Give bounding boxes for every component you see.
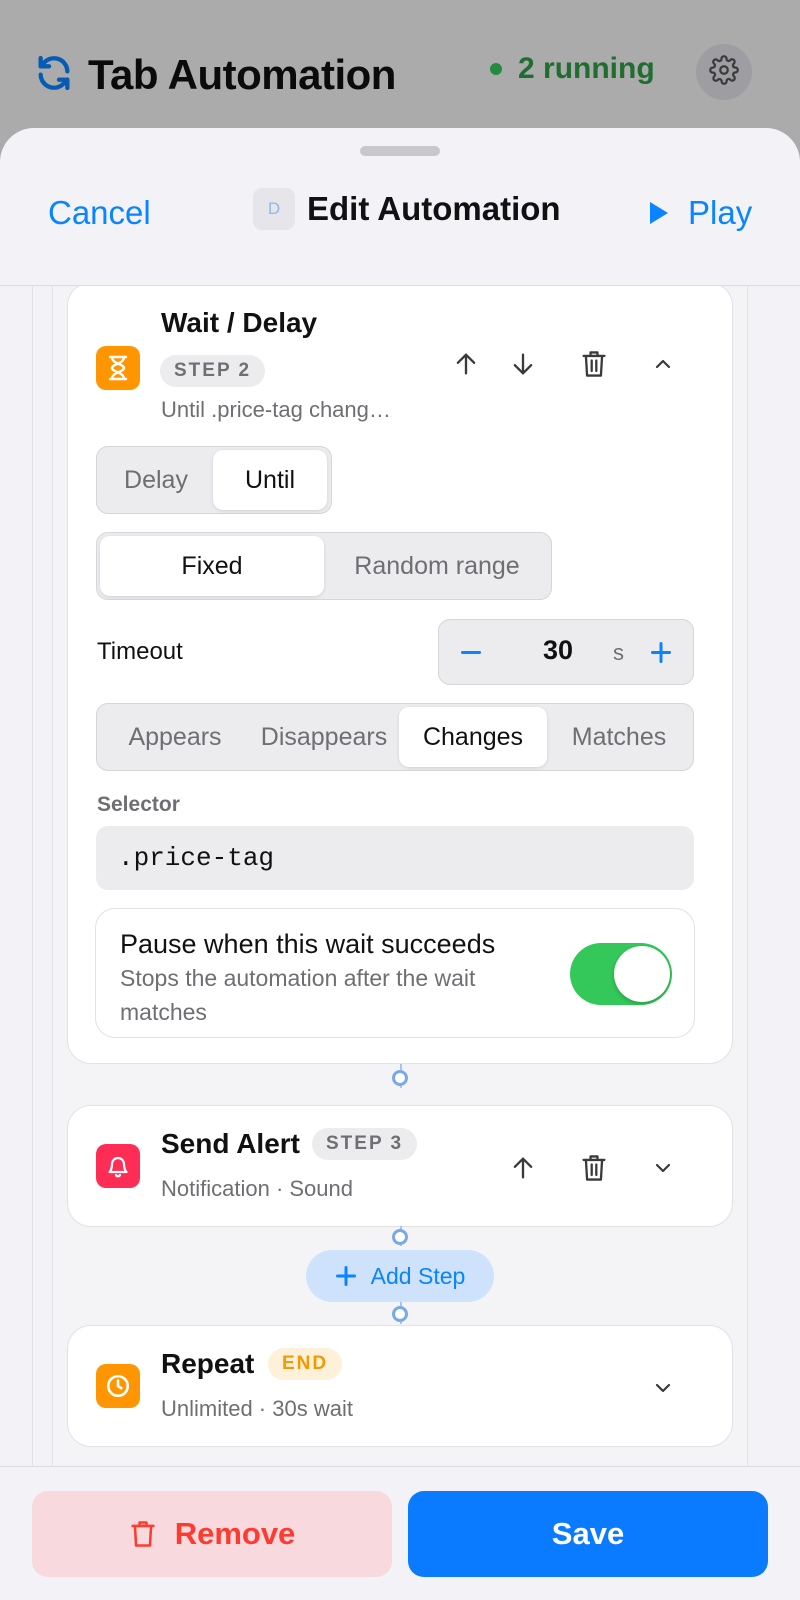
step-number-badge: STEP 3 bbox=[312, 1128, 418, 1160]
selector-value: .price-tag bbox=[118, 843, 275, 873]
sheet-footer: Remove Save bbox=[0, 1466, 800, 1600]
selector-input[interactable]: .price-tag bbox=[96, 826, 694, 890]
segment-random-range[interactable]: Random range bbox=[325, 536, 549, 596]
segment-appears[interactable]: Appears bbox=[100, 707, 250, 767]
step-summary: Until .price-tag chang… bbox=[161, 397, 391, 422]
segment-delay[interactable]: Delay bbox=[100, 450, 212, 510]
sheet-title: Edit Automation bbox=[307, 190, 561, 227]
timeout-label: Timeout bbox=[97, 638, 183, 665]
step-title: Send Alert bbox=[161, 1128, 300, 1159]
sheet-title-group: D Edit Automation bbox=[253, 188, 561, 230]
play-label: Play bbox=[688, 194, 753, 231]
step-title: Repeat bbox=[161, 1348, 255, 1379]
step-title: Wait / Delay bbox=[161, 307, 318, 338]
pause-title: Pause when this wait succeeds bbox=[120, 929, 496, 959]
condition-segmented: Appears Disappears Changes Matches bbox=[96, 703, 694, 771]
add-step-button[interactable]: Add Step bbox=[306, 1250, 494, 1302]
pause-toggle[interactable] bbox=[570, 943, 672, 1005]
step-card-alert: Send Alert STEP 3 Notification · Sound bbox=[67, 1105, 733, 1227]
timeout-unit: s bbox=[613, 640, 624, 665]
wait-mode-segmented: Delay Until bbox=[96, 446, 332, 514]
chevron-up-icon[interactable] bbox=[645, 346, 681, 382]
segment-fixed[interactable]: Fixed bbox=[100, 536, 324, 596]
timing-segmented: Fixed Random range bbox=[96, 532, 552, 600]
step-summary: Notification · Sound bbox=[161, 1176, 353, 1201]
play-button[interactable]: Play bbox=[650, 194, 752, 232]
save-button[interactable]: Save bbox=[408, 1491, 768, 1577]
plus-icon bbox=[335, 1265, 357, 1287]
chevron-down-icon[interactable] bbox=[645, 1150, 681, 1186]
trash-icon[interactable] bbox=[576, 1150, 612, 1186]
toggle-knob bbox=[614, 946, 670, 1002]
increment-button[interactable] bbox=[649, 634, 673, 675]
move-down-button[interactable] bbox=[505, 346, 541, 382]
sheet-nav-bar: Cancel D Edit Automation Play bbox=[0, 168, 800, 264]
add-step-label: Add Step bbox=[370, 1262, 466, 1289]
pause-on-success-row: Pause when this wait succeeds Stops the … bbox=[95, 908, 695, 1038]
play-icon bbox=[650, 202, 668, 224]
sheet-grabber[interactable] bbox=[360, 146, 440, 156]
selector-label: Selector bbox=[97, 793, 180, 816]
move-up-button[interactable] bbox=[448, 346, 484, 382]
timeout-stepper: 30 s bbox=[438, 619, 694, 685]
pause-description-line1: Stops the automation after the wait bbox=[120, 965, 476, 991]
trash-icon[interactable] bbox=[576, 346, 612, 382]
step-number-badge: STEP 2 bbox=[160, 355, 266, 387]
move-up-button[interactable] bbox=[505, 1150, 541, 1186]
bell-icon bbox=[96, 1144, 140, 1188]
remove-label: Remove bbox=[174, 1516, 296, 1551]
segment-disappears[interactable]: Disappears bbox=[250, 707, 398, 767]
segment-until[interactable]: Until bbox=[213, 450, 327, 510]
segment-matches[interactable]: Matches bbox=[548, 707, 690, 767]
chevron-down-icon[interactable] bbox=[645, 1370, 681, 1406]
step-card-wait: Wait / Delay STEP 2 Until .price-tag cha… bbox=[67, 286, 733, 1064]
automation-badge: D bbox=[253, 188, 295, 230]
segment-changes[interactable]: Changes bbox=[399, 707, 547, 767]
trash-icon bbox=[129, 1519, 157, 1549]
step-summary: Unlimited · 30s wait bbox=[161, 1396, 353, 1421]
step-card-repeat: Repeat END Unlimited · 30s wait bbox=[67, 1325, 733, 1447]
clock-icon bbox=[96, 1364, 140, 1408]
connector-node bbox=[392, 1070, 408, 1086]
pause-description-line2: matches bbox=[120, 999, 207, 1025]
cancel-button[interactable]: Cancel bbox=[48, 194, 151, 232]
timeout-value[interactable]: 30 bbox=[543, 635, 573, 666]
remove-button[interactable]: Remove bbox=[32, 1491, 392, 1577]
hourglass-icon bbox=[96, 346, 140, 390]
end-badge: END bbox=[268, 1348, 343, 1380]
decrement-button[interactable] bbox=[459, 634, 483, 675]
